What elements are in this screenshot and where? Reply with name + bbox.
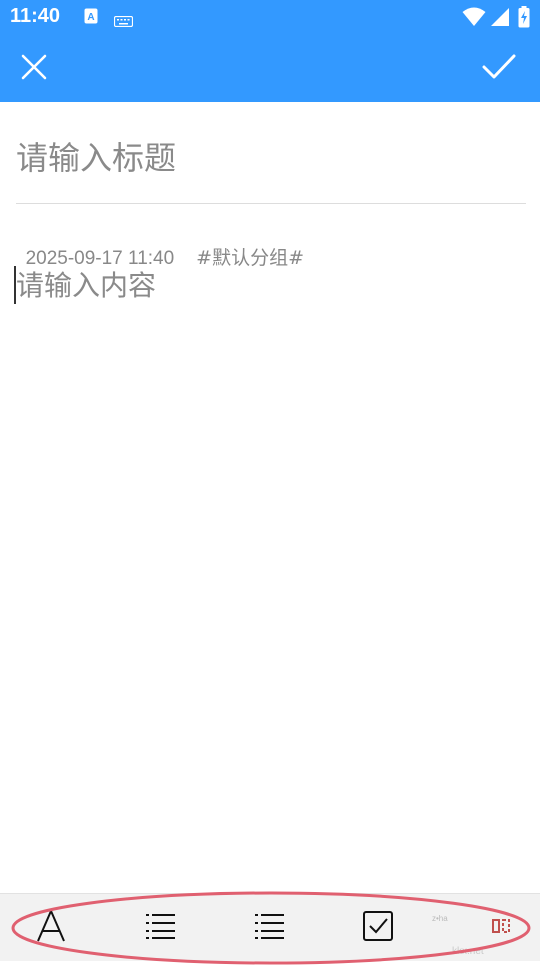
svg-text:A: A — [87, 12, 94, 23]
font-style-button[interactable] — [19, 894, 83, 961]
cellular-signal-icon — [490, 7, 510, 31]
bulleted-list-icon — [146, 912, 176, 944]
checkbox-button[interactable] — [346, 894, 410, 961]
keyboard-icon — [113, 12, 134, 31]
watermark: kkx.net — [452, 946, 484, 957]
status-bar: 11:40 A — [0, 0, 540, 36]
format-toolbar: z•ha kkx.net — [0, 893, 540, 961]
close-icon — [21, 54, 47, 84]
more-tools-icon — [491, 917, 513, 939]
font-style-icon — [36, 907, 66, 946]
checkmark-icon — [482, 54, 516, 84]
title-divider — [16, 203, 526, 204]
checkbox-icon — [363, 910, 393, 945]
numbered-list-icon — [255, 912, 285, 944]
close-button[interactable] — [1, 36, 67, 102]
title-input[interactable] — [16, 130, 524, 186]
status-time: 11:40 — [10, 5, 61, 27]
confirm-button[interactable] — [466, 36, 532, 102]
numbered-list-button[interactable] — [238, 894, 302, 961]
note-meta: 2025-09-17 11:40 #默认分组# — [15, 221, 304, 270]
text-input-icon: A — [84, 8, 98, 28]
content-input[interactable] — [16, 264, 524, 864]
battery-charging-icon — [518, 6, 530, 32]
wifi-icon — [462, 7, 486, 31]
app-bar — [0, 36, 540, 102]
toolbar-faint-mark: z•ha — [432, 914, 448, 923]
bulleted-list-button[interactable] — [129, 894, 193, 961]
